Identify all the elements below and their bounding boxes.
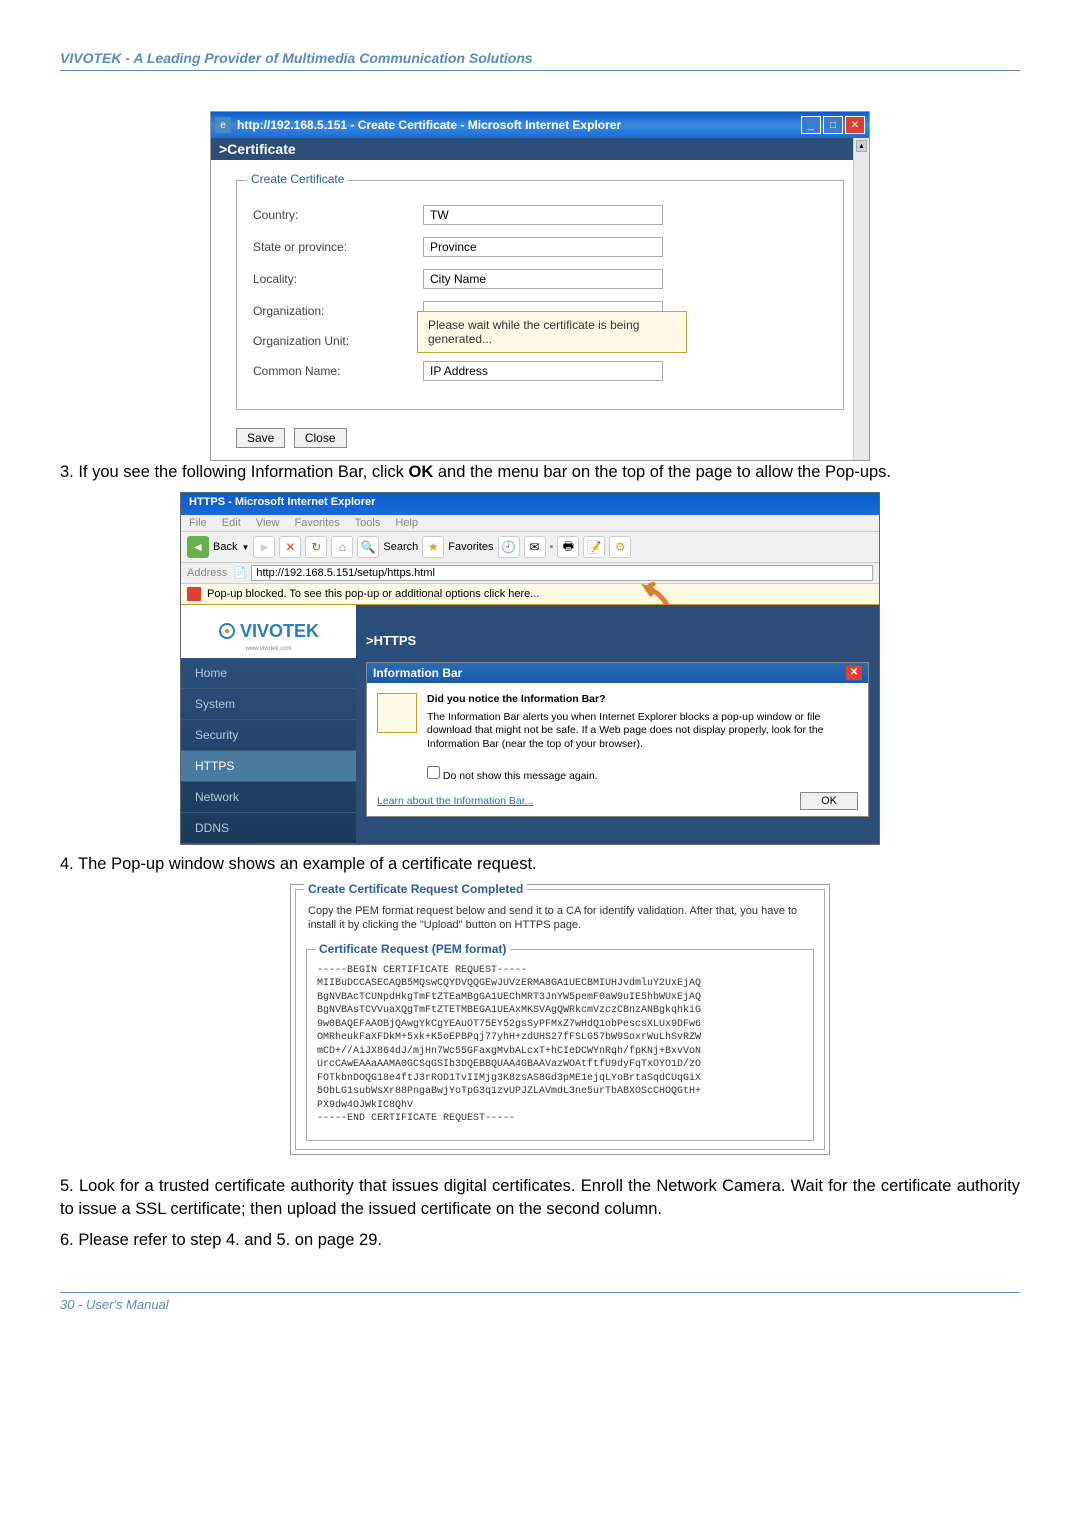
- main-panel: >HTTPS Information Bar ✕ Did you notice …: [356, 605, 879, 844]
- address-input[interactable]: [251, 565, 873, 581]
- nav-home[interactable]: Home: [181, 658, 356, 689]
- ie1-titlebar: e http://192.168.5.151 - Create Certific…: [211, 112, 869, 138]
- learn-more-link[interactable]: Learn about the Information Bar...: [377, 795, 533, 807]
- blocked-icon: [187, 587, 201, 601]
- pem-content: -----BEGIN CERTIFICATE REQUEST----- MIIB…: [317, 960, 803, 1130]
- generating-popup: Please wait while the certificate is bei…: [417, 311, 687, 353]
- step3-text: 3. If you see the following Information …: [60, 461, 1020, 484]
- maximize-button[interactable]: □: [823, 116, 843, 134]
- popup-blocked-infobar[interactable]: Pop-up blocked. To see this pop-up or ad…: [181, 584, 879, 605]
- nav-security[interactable]: Security: [181, 720, 356, 751]
- country-input[interactable]: [423, 205, 663, 225]
- org-unit-label: Organization Unit:: [253, 334, 423, 348]
- ie-certificate-window: e http://192.168.5.151 - Create Certific…: [210, 111, 870, 461]
- menu-favorites[interactable]: Favorites: [295, 517, 340, 529]
- dialog-title: Information Bar: [373, 666, 462, 680]
- edit-icon[interactable]: 📝: [583, 536, 605, 558]
- pem-legend: Certificate Request (PEM format): [315, 942, 510, 956]
- page-footer: 30 - User's Manual: [60, 1292, 1020, 1312]
- dont-show-label: Do not show this message again.: [443, 770, 598, 782]
- country-label: Country:: [253, 208, 423, 222]
- dialog-close-icon[interactable]: ✕: [846, 666, 862, 680]
- vivotek-logo: VIVOTEK: [240, 615, 319, 646]
- step3-bold: OK: [409, 463, 434, 481]
- dialog-heading: Did you notice the Information Bar?: [427, 693, 858, 707]
- sidebar: VIVOTEK www.vivotek.com Home System Secu…: [181, 605, 356, 844]
- page-header: VIVOTEK - A Leading Provider of Multimed…: [60, 50, 1020, 71]
- save-button[interactable]: Save: [236, 428, 285, 448]
- menu-view[interactable]: View: [256, 517, 280, 529]
- dialog-body-text: The Information Bar alerts you when Inte…: [427, 711, 824, 750]
- scrollbar[interactable]: ▴: [853, 138, 869, 460]
- common-name-label: Common Name:: [253, 364, 423, 378]
- close-button[interactable]: ✕: [845, 116, 865, 134]
- nav-network[interactable]: Network: [181, 782, 356, 813]
- vivotek-tagline: www.vivotek.com: [181, 646, 356, 652]
- close-cert-button[interactable]: Close: [294, 428, 347, 448]
- menu-edit[interactable]: Edit: [222, 517, 241, 529]
- locality-input[interactable]: [423, 269, 663, 289]
- ie-logo-icon: e: [215, 117, 231, 133]
- address-bar: Address 📄: [181, 563, 879, 584]
- step3-prefix: 3. If you see the following Information …: [60, 463, 409, 481]
- search-label[interactable]: Search: [383, 541, 418, 553]
- https-section-header: >HTTPS: [356, 629, 879, 652]
- address-label: Address: [187, 567, 227, 579]
- print-icon[interactable]: 🖶: [557, 536, 579, 558]
- cert-request-legend: Create Certificate Request Completed: [304, 882, 527, 896]
- minimize-button[interactable]: _: [801, 116, 821, 134]
- stop-icon[interactable]: ✕: [279, 536, 301, 558]
- certificate-request-panel: Create Certificate Request Completed Cop…: [290, 884, 830, 1155]
- search-icon[interactable]: 🔍: [357, 536, 379, 558]
- vivotek-eye-icon: [218, 622, 236, 640]
- ie2-titlebar: HTTPS - Microsoft Internet Explorer: [181, 493, 879, 515]
- locality-label: Locality:: [253, 272, 423, 286]
- back-label[interactable]: Back: [213, 541, 237, 553]
- step5-text: 5. Look for a trusted certificate author…: [60, 1175, 1020, 1221]
- nav-ddns[interactable]: DDNS: [181, 813, 356, 844]
- page-icon: 📄: [233, 566, 247, 580]
- ie1-title: http://192.168.5.151 - Create Certificat…: [237, 118, 801, 132]
- ie2-toolbar: ◄ Back ▼ ► ✕ ↻ ⌂ 🔍 Search ★ Favorites 🕘 …: [181, 531, 879, 563]
- home-icon[interactable]: ⌂: [331, 536, 353, 558]
- nav-system[interactable]: System: [181, 689, 356, 720]
- state-label: State or province:: [253, 240, 423, 254]
- common-name-input[interactable]: [423, 361, 663, 381]
- mail-icon[interactable]: ✉: [524, 536, 546, 558]
- ie2-menubar: File Edit View Favorites Tools Help: [181, 515, 879, 531]
- favorites-icon[interactable]: ★: [422, 536, 444, 558]
- dont-show-checkbox[interactable]: [427, 766, 440, 779]
- back-icon[interactable]: ◄: [187, 536, 209, 558]
- favorites-label[interactable]: Favorites: [448, 541, 493, 553]
- history-icon[interactable]: 🕘: [498, 536, 520, 558]
- information-bar-dialog: Information Bar ✕ Did you notice the Inf…: [366, 662, 869, 817]
- cert-request-intro: Copy the PEM format request below and se…: [306, 898, 814, 943]
- nav-https[interactable]: HTTPS: [181, 751, 356, 782]
- menu-help[interactable]: Help: [395, 517, 418, 529]
- discuss-icon[interactable]: ⚙: [609, 536, 631, 558]
- infobar-text: Pop-up blocked. To see this pop-up or ad…: [207, 588, 539, 600]
- menu-tools[interactable]: Tools: [355, 517, 381, 529]
- state-input[interactable]: [423, 237, 663, 257]
- menu-file[interactable]: File: [189, 517, 207, 529]
- ie-https-window: HTTPS - Microsoft Internet Explorer File…: [180, 492, 880, 845]
- step4-text: 4. The Pop-up window shows an example of…: [60, 853, 1020, 876]
- info-dialog-icon: [377, 693, 417, 733]
- dialog-ok-button[interactable]: OK: [800, 792, 858, 810]
- org-label: Organization:: [253, 304, 423, 318]
- certificate-section-header: >Certificate: [211, 138, 869, 160]
- step3-suffix: and the menu bar on the top of the page …: [433, 463, 891, 481]
- step6-text: 6. Please refer to step 4. and 5. on pag…: [60, 1229, 1020, 1252]
- back-dropdown-icon[interactable]: ▼: [241, 543, 249, 552]
- refresh-icon[interactable]: ↻: [305, 536, 327, 558]
- create-cert-legend: Create Certificate: [247, 172, 348, 186]
- scroll-up-icon[interactable]: ▴: [856, 140, 867, 152]
- forward-icon[interactable]: ►: [253, 536, 275, 558]
